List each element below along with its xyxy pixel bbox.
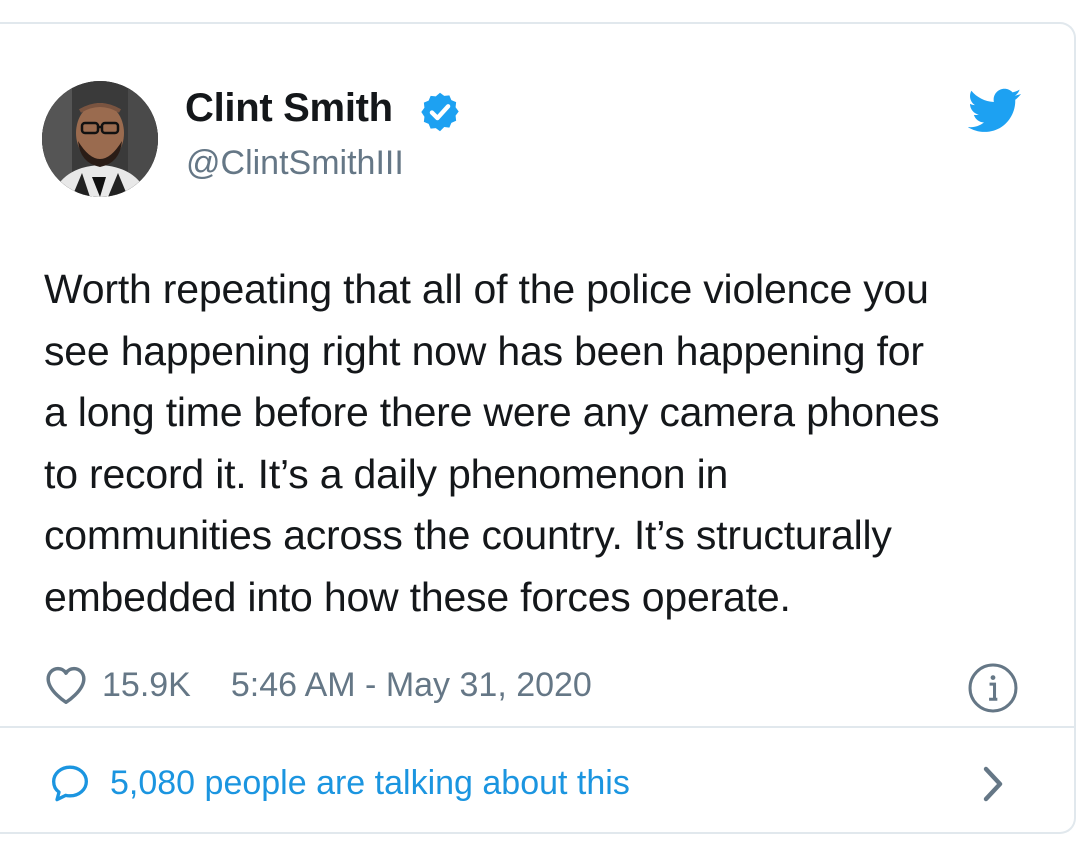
heart-icon[interactable] <box>44 665 88 705</box>
chevron-right-icon[interactable] <box>978 764 1008 804</box>
tweet-text-line: communities across the country. It’s str… <box>44 512 892 558</box>
tweet-timestamp[interactable]: 5:46 AM - May 31, 2020 <box>231 666 592 705</box>
conversation-link-label: 5,080 people are talking about this <box>110 763 630 802</box>
like-count[interactable]: 15.9K <box>102 666 191 705</box>
tweet-text-line: to record it. It’s a daily phenomenon in <box>44 450 729 497</box>
tweet-text-line: a long time before there were any camera… <box>44 389 940 435</box>
verified-badge-icon <box>421 92 459 132</box>
author-name[interactable]: Clint Smith <box>185 86 393 131</box>
avatar[interactable] <box>42 81 158 197</box>
tweet-text-line: see happening right now has been happeni… <box>44 327 924 374</box>
avatar-image <box>42 81 158 197</box>
tweet-card: Clint Smith @ClintSmithIII Worth repeati… <box>0 22 1076 834</box>
info-icon[interactable] <box>967 662 1019 714</box>
tweet-meta: 15.9K 5:46 AM - May 31, 2020 <box>44 660 592 710</box>
tweet-text-line: embedded into how these forces operate. <box>44 573 791 620</box>
author-handle[interactable]: @ClintSmithIII <box>186 144 404 183</box>
divider <box>0 726 1074 728</box>
conversation-link[interactable]: 5,080 people are talking about this <box>50 757 630 809</box>
tweet-text-line: Worth repeating that all of the police v… <box>44 266 929 312</box>
twitter-bird-icon[interactable] <box>968 88 1022 134</box>
tweet-text: Worth repeating that all of the police v… <box>44 259 1044 628</box>
speech-bubble-icon <box>52 765 89 802</box>
